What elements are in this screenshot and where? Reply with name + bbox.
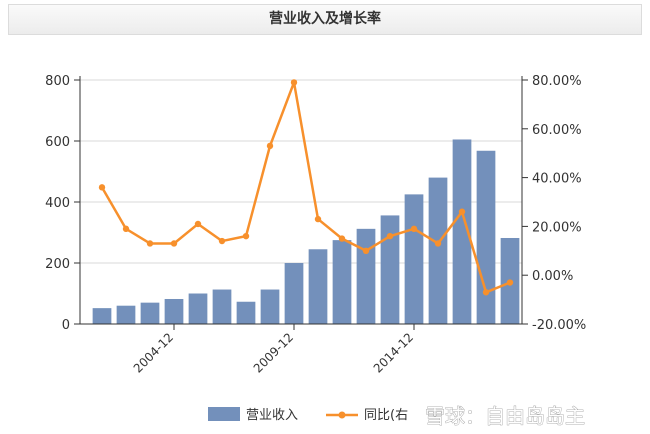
y-right-tick-label: 0.00% bbox=[532, 269, 573, 284]
growth-point-2011-12 bbox=[338, 235, 346, 242]
growth-point-2006-12 bbox=[218, 237, 226, 245]
bar-2003-12 bbox=[140, 302, 160, 324]
growth-point-2009-12 bbox=[290, 79, 298, 86]
bar-2005-12 bbox=[188, 293, 208, 324]
legend-marker-growth bbox=[338, 411, 346, 419]
growth-point-2016-12 bbox=[458, 208, 466, 215]
bar-2007-12 bbox=[236, 301, 256, 324]
bar-2014-12 bbox=[404, 194, 424, 324]
revenue-bars bbox=[92, 139, 520, 324]
y-right-tick-label: 40.00% bbox=[532, 172, 582, 187]
growth-point-2015-12 bbox=[434, 240, 442, 247]
bar-2008-12 bbox=[260, 289, 280, 324]
growth-point-2013-12 bbox=[386, 232, 394, 240]
bar-2010-12 bbox=[308, 249, 328, 324]
axes: 0 200 400 600 800 80.00% 60.00% 40.00% 20.00% 0.0… bbox=[45, 74, 586, 376]
legend: 营业收入 同比(右 bbox=[208, 407, 408, 423]
y-left-tick-label: 400 bbox=[45, 196, 70, 211]
growth-point-2001-12 bbox=[98, 184, 106, 191]
legend-label-revenue: 营业收入 bbox=[246, 408, 298, 423]
y-left-tick-label: 800 bbox=[45, 74, 70, 89]
y-left-tick-label: 200 bbox=[45, 257, 70, 272]
growth-point-2017-12 bbox=[482, 289, 490, 296]
y-right-tick-label: 80.00% bbox=[532, 74, 582, 89]
y-right-tick-label: 60.00% bbox=[532, 123, 582, 138]
legend-label-growth: 同比(右 bbox=[364, 408, 408, 423]
bar-2012-12 bbox=[356, 228, 376, 324]
x-tick-label: 2004-12 bbox=[131, 330, 176, 375]
bar-2017-12 bbox=[476, 150, 496, 324]
growth-point-2012-12 bbox=[362, 247, 370, 254]
growth-point-2008-12 bbox=[266, 142, 274, 150]
bar-2006-12 bbox=[212, 289, 232, 324]
combo-chart: 0 200 400 600 800 80.00% 60.00% 40.00% 20.00% 0.0… bbox=[45, 74, 586, 428]
growth-point-2010-12 bbox=[314, 215, 322, 223]
y-right-tick-label: -20.00% bbox=[532, 318, 586, 333]
x-tick-label: 2009-12 bbox=[251, 330, 296, 375]
bar-2001-12 bbox=[92, 308, 112, 324]
growth-point-2005-12 bbox=[194, 220, 202, 228]
bar-2004-12 bbox=[164, 298, 184, 324]
bar-2015-12 bbox=[428, 177, 448, 324]
y-left-tick-label: 600 bbox=[45, 135, 70, 150]
bar-2011-12 bbox=[332, 240, 352, 324]
bar-2002-12 bbox=[116, 305, 136, 324]
bar-2013-12 bbox=[380, 215, 400, 324]
bar-2009-12 bbox=[284, 263, 304, 324]
growth-point-2014-12 bbox=[410, 225, 418, 233]
growth-point-2002-12 bbox=[122, 225, 130, 233]
x-tick-label: 2014-12 bbox=[371, 330, 416, 375]
y-right-tick-label: 20.00% bbox=[532, 220, 582, 235]
growth-point-2007-12 bbox=[242, 232, 250, 240]
growth-point-2004-12 bbox=[170, 240, 178, 247]
y-left-tick-label: 0 bbox=[62, 318, 70, 333]
watermark: 雪球：自由岛岛主 bbox=[425, 404, 585, 428]
growth-point-2003-12 bbox=[146, 240, 154, 247]
growth-point-2018-12 bbox=[506, 279, 514, 286]
legend-swatch-revenue bbox=[208, 407, 240, 421]
growth-polyline bbox=[100, 81, 511, 294]
